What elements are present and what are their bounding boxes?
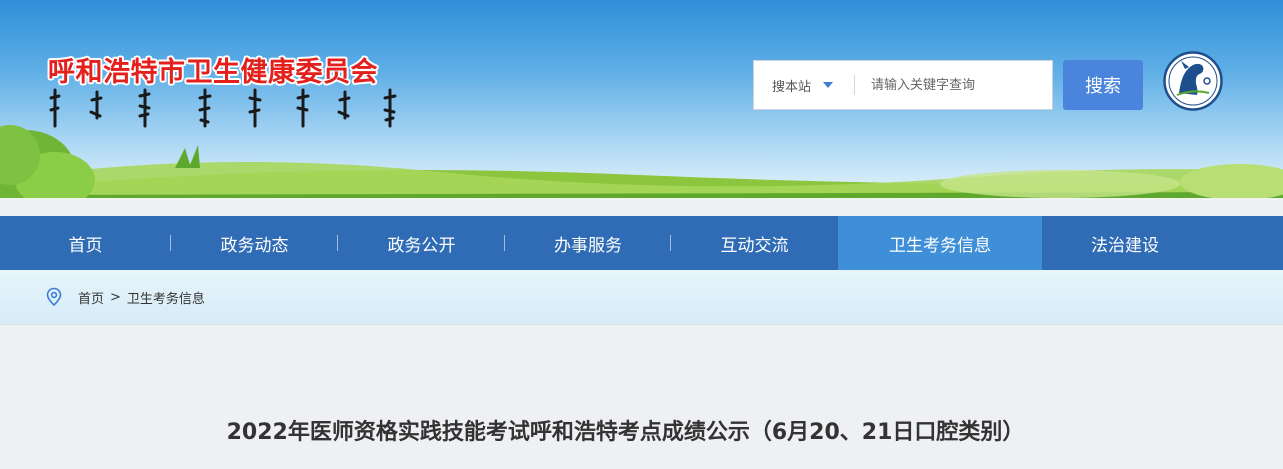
nav-item-home[interactable]: 首页 — [0, 216, 171, 270]
search-scope-dropdown[interactable]: 搜本站 — [754, 61, 854, 109]
main-nav: 首页 政务动态 政务公开 办事服务 互动交流 卫生考务信息 法治建设 — [0, 216, 1283, 270]
site-title[interactable]: 呼和浩特市卫生健康委员会 — [48, 50, 378, 89]
breadcrumb-separator: > — [110, 289, 121, 305]
horse-emblem-icon[interactable] — [1163, 51, 1223, 111]
nav-item-government-news[interactable]: 政务动态 — [171, 216, 338, 270]
search-bar: 搜本站 — [753, 60, 1053, 110]
nav-item-health-exam-info[interactable]: 卫生考务信息 — [838, 216, 1042, 270]
nav-item-interaction[interactable]: 互动交流 — [671, 216, 838, 270]
grass-landscape — [0, 125, 1283, 200]
nav-item-services[interactable]: 办事服务 — [505, 216, 671, 270]
breadcrumb-current[interactable]: 卫生考务信息 — [127, 288, 205, 307]
article-title: 2022年医师资格实践技能考试呼和浩特考点成绩公示（6月20、21日口腔类别） — [226, 420, 1025, 445]
breadcrumb: 首页 > 卫生考务信息 — [0, 270, 1283, 325]
search-button[interactable]: 搜索 — [1063, 60, 1143, 110]
breadcrumb-home[interactable]: 首页 — [78, 288, 104, 307]
caret-down-icon — [823, 82, 834, 88]
nav-item-government-disclosure[interactable]: 政务公开 — [338, 216, 505, 270]
search-input[interactable] — [855, 61, 1052, 109]
location-pin-icon — [46, 287, 62, 307]
nav-item-rule-of-law[interactable]: 法治建设 — [1042, 216, 1208, 270]
search-scope-label: 搜本站 — [772, 79, 812, 95]
mongolian-script-title — [49, 88, 397, 128]
